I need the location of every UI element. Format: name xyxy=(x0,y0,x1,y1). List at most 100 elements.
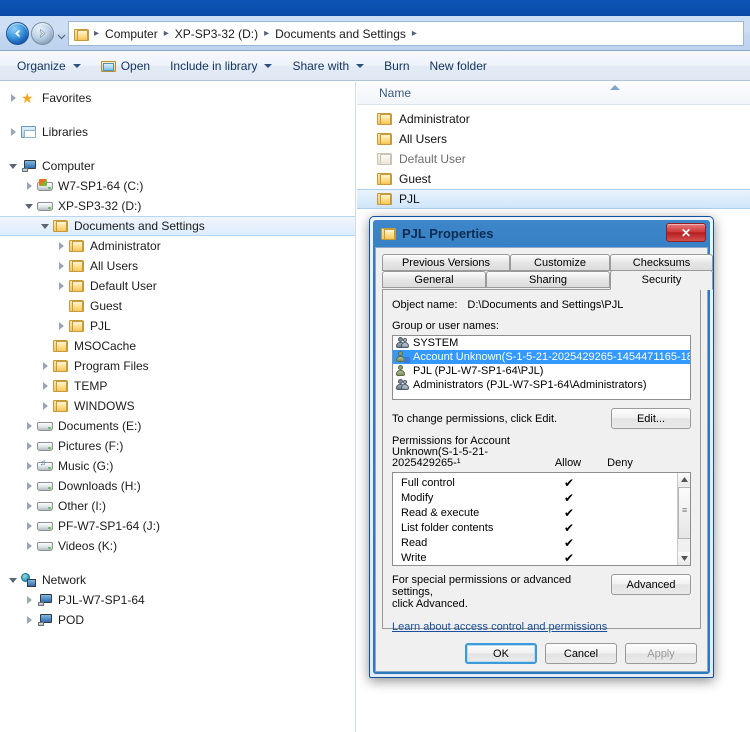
permission-allow-checkmark-icon[interactable]: ✔ xyxy=(543,521,595,535)
group-user-item[interactable]: Administrators (PJL-W7-SP1-64\Administra… xyxy=(393,378,690,392)
navigation-pane[interactable]: ★Favorites Libraries ComputerW7-SP1-64 (C:… xyxy=(0,82,356,732)
breadcrumb-item-computer[interactable]: Computer xyxy=(102,25,161,43)
tree-item-computer[interactable]: Computer xyxy=(0,156,355,176)
tab-customize[interactable]: Customize xyxy=(510,254,610,271)
tree-item-program-files[interactable]: Program Files xyxy=(0,356,355,376)
tree-item-pjl-w7-sp1-64[interactable]: PJL-W7-SP1-64 xyxy=(0,590,355,610)
tree-item-administrator[interactable]: Administrator xyxy=(0,236,355,256)
expand-triangle-right-icon[interactable] xyxy=(6,122,20,142)
tree-item-default-user[interactable]: Default User xyxy=(0,276,355,296)
breadcrumb-separator[interactable]: ▸ xyxy=(161,28,172,39)
toolbar-button-new-folder[interactable]: New folder xyxy=(421,55,496,77)
expand-triangle-right-icon[interactable] xyxy=(38,396,52,416)
edit-button[interactable]: Edit... xyxy=(611,408,691,429)
tree-item-w7-sp1-64-c[interactable]: W7-SP1-64 (C:) xyxy=(0,176,355,196)
expand-triangle-right-icon[interactable] xyxy=(54,256,68,276)
tab-sharing[interactable]: Sharing xyxy=(486,271,610,288)
toolbar-button-burn[interactable]: Burn xyxy=(375,55,418,77)
permission-row[interactable]: Write✔ xyxy=(393,550,690,565)
tab-security[interactable]: Security xyxy=(610,270,713,290)
tree-item-windows[interactable]: WINDOWS xyxy=(0,396,355,416)
tree-item-documents-and-settings[interactable]: Documents and Settings xyxy=(0,216,355,236)
permission-allow-checkmark-icon[interactable]: ✔ xyxy=(543,506,595,520)
expand-triangle-down-icon[interactable] xyxy=(6,156,20,176)
permissions-listbox[interactable]: Full control✔Modify✔Read & execute✔List … xyxy=(392,472,691,566)
tree-item-pictures-f[interactable]: Pictures (F:) xyxy=(0,436,355,456)
tab-general[interactable]: General xyxy=(382,271,486,288)
permission-row[interactable]: Read✔ xyxy=(393,535,690,550)
expand-triangle-right-icon[interactable] xyxy=(22,476,36,496)
breadcrumb-separator[interactable]: ▸ xyxy=(91,28,102,39)
breadcrumb[interactable]: ▸ Computer ▸ XP-SP3-32 (D:) ▸ Documents … xyxy=(68,21,744,46)
tree-item-libraries[interactable]: Libraries xyxy=(0,122,355,142)
tree-item-documents-e[interactable]: Documents (E:) xyxy=(0,416,355,436)
expand-triangle-right-icon[interactable] xyxy=(22,416,36,436)
expand-triangle-right-icon[interactable] xyxy=(22,496,36,516)
tree-item-msocache[interactable]: MSOCache xyxy=(0,336,355,356)
tab-previous-versions[interactable]: Previous Versions xyxy=(382,254,510,271)
toolbar-button-include-in-library[interactable]: Include in library xyxy=(161,55,281,77)
tree-item-downloads-h[interactable]: Downloads (H:) xyxy=(0,476,355,496)
expand-triangle-right-icon[interactable] xyxy=(22,536,36,556)
permission-allow-checkmark-icon[interactable]: ✔ xyxy=(543,491,595,505)
apply-button[interactable]: Apply xyxy=(625,643,697,664)
tree-item-network[interactable]: Network xyxy=(0,570,355,590)
breadcrumb-separator[interactable]: ▸ xyxy=(261,28,272,39)
file-row[interactable]: Guest xyxy=(357,169,750,189)
group-user-item[interactable]: Account Unknown(S-1-5-21-2025429265-1454… xyxy=(393,350,690,364)
forward-button[interactable] xyxy=(31,22,54,45)
back-button[interactable] xyxy=(6,22,29,45)
cancel-button[interactable]: Cancel xyxy=(545,643,617,664)
expand-triangle-right-icon[interactable] xyxy=(54,236,68,256)
expand-triangle-right-icon[interactable] xyxy=(22,176,36,196)
tree-item-pod[interactable]: POD xyxy=(0,610,355,630)
permission-row[interactable]: List folder contents✔ xyxy=(393,520,690,535)
toolbar-button-share-with[interactable]: Share with xyxy=(283,55,373,77)
expand-triangle-down-icon[interactable] xyxy=(22,196,36,216)
ok-button[interactable]: OK xyxy=(465,643,537,664)
breadcrumb-separator[interactable]: ▸ xyxy=(409,28,420,39)
expand-triangle-right-icon[interactable] xyxy=(22,516,36,536)
tree-item-xp-sp3-32-d[interactable]: XP-SP3-32 (D:) xyxy=(0,196,355,216)
permission-row[interactable]: Read & execute✔ xyxy=(393,505,690,520)
expand-triangle-right-icon[interactable] xyxy=(38,356,52,376)
tree-item-other-i[interactable]: Other (I:) xyxy=(0,496,355,516)
permission-row[interactable]: Modify✔ xyxy=(393,490,690,505)
breadcrumb-item-folder[interactable]: Documents and Settings xyxy=(272,25,409,43)
advanced-button[interactable]: Advanced xyxy=(611,574,691,595)
expand-triangle-right-icon[interactable] xyxy=(54,316,68,336)
learn-about-access-control-link[interactable]: Learn about access control and permissio… xyxy=(392,621,607,633)
file-row[interactable]: Administrator xyxy=(357,109,750,129)
tree-item-pf-w7-sp1-64-j[interactable]: PF-W7-SP1-64 (J:) xyxy=(0,516,355,536)
permissions-scrollbar[interactable] xyxy=(677,473,690,565)
tree-item-guest[interactable]: Guest xyxy=(0,296,355,316)
dialog-titlebar[interactable]: PJL Properties xyxy=(373,220,710,247)
permission-allow-checkmark-icon[interactable]: ✔ xyxy=(543,476,595,490)
file-row[interactable]: PJL xyxy=(357,189,750,209)
tree-item-favorites[interactable]: ★Favorites xyxy=(0,88,355,108)
tree-item-music-g[interactable]: Music (G:) xyxy=(0,456,355,476)
permission-allow-checkmark-icon[interactable]: ✔ xyxy=(543,536,595,550)
scrollbar-thumb[interactable] xyxy=(678,487,691,539)
group-user-item[interactable]: PJL (PJL-W7-SP1-64\PJL) xyxy=(393,364,690,378)
expand-triangle-right-icon[interactable] xyxy=(22,590,36,610)
column-header-name[interactable]: Name xyxy=(357,86,411,100)
scroll-up-icon[interactable] xyxy=(678,473,691,486)
scroll-down-icon[interactable] xyxy=(678,552,691,565)
breadcrumb-item-drive[interactable]: XP-SP3-32 (D:) xyxy=(172,25,261,43)
tree-item-all-users[interactable]: All Users xyxy=(0,256,355,276)
expand-triangle-down-icon[interactable] xyxy=(38,216,52,236)
permission-row[interactable]: Full control✔ xyxy=(393,475,690,490)
expand-triangle-right-icon[interactable] xyxy=(54,276,68,296)
close-icon[interactable]: ✕ xyxy=(666,223,706,242)
toolbar-button-organize[interactable]: Organize xyxy=(8,55,90,77)
tree-item-pjl[interactable]: PJL xyxy=(0,316,355,336)
expand-triangle-right-icon[interactable] xyxy=(38,376,52,396)
expand-triangle-right-icon[interactable] xyxy=(22,436,36,456)
expand-triangle-down-icon[interactable] xyxy=(6,570,20,590)
group-user-listbox[interactable]: SYSTEMAccount Unknown(S-1-5-21-202542926… xyxy=(392,335,691,400)
toolbar-button-open[interactable]: Open xyxy=(92,55,159,77)
file-row[interactable]: All Users xyxy=(357,129,750,149)
recent-pages-dropdown[interactable] xyxy=(57,30,66,39)
permission-allow-checkmark-icon[interactable]: ✔ xyxy=(543,551,595,565)
